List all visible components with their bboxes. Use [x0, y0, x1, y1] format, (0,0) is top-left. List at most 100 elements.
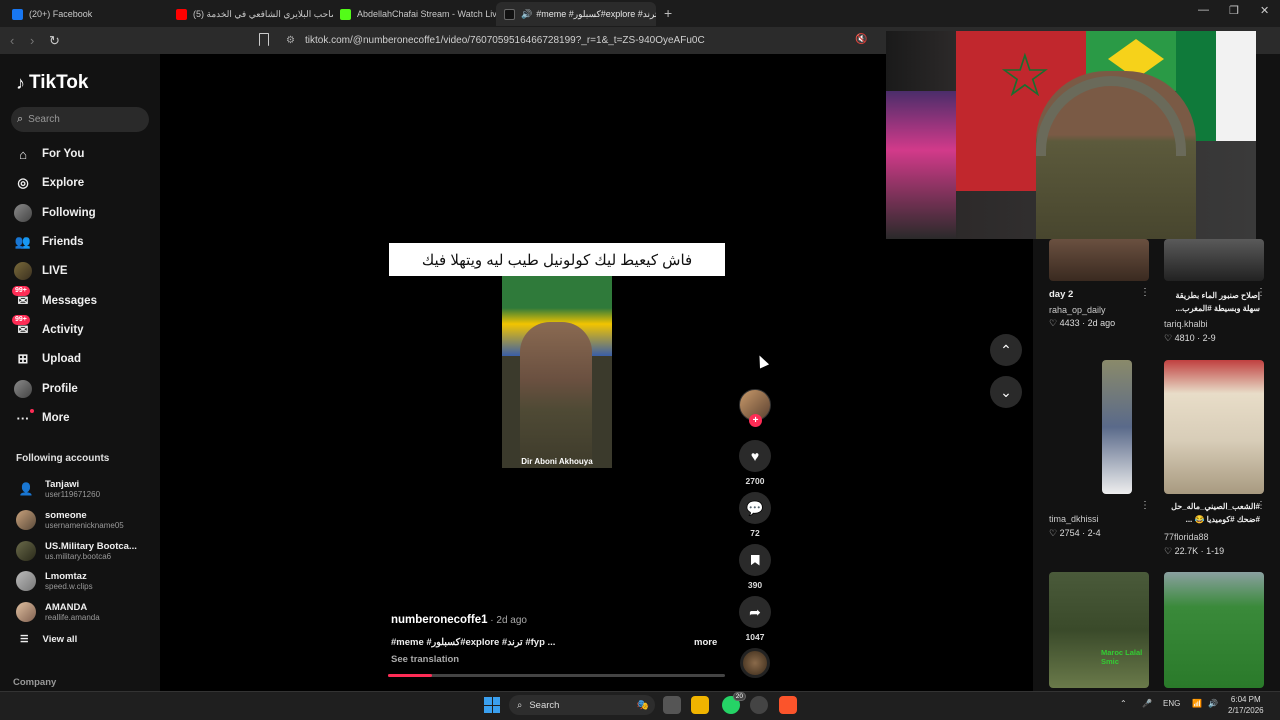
share-button[interactable]: ➦	[739, 596, 771, 628]
share-icon: ➦	[749, 603, 761, 620]
account-item[interactable]: AMANDA reallife.amanda	[16, 599, 100, 625]
more-options-icon[interactable]: ⋮	[1256, 500, 1266, 511]
card-user[interactable]: 77florida88	[1164, 532, 1209, 542]
see-translation-link[interactable]: See translation	[391, 654, 459, 665]
account-handle: reallife.amanda	[45, 613, 100, 622]
post-date: · 2d ago	[487, 615, 527, 626]
author-name[interactable]: numberonecoffe1	[391, 614, 488, 626]
file-explorer-icon[interactable]	[691, 696, 709, 714]
heart-icon: ♥	[750, 448, 760, 464]
account-item[interactable]: Lmomtaz speed.w.clips	[16, 568, 93, 594]
nav-live[interactable]: LIVE	[14, 260, 68, 282]
system-clock[interactable]: 6:04 PM 2/17/2026	[1228, 694, 1264, 716]
account-item[interactable]: 👤 Tanjawi user119671260	[16, 476, 101, 502]
tab-youtube[interactable]: (5) صاحب البلايري الشافعي في الخدمة	[168, 2, 333, 26]
tab-kick-stream[interactable]: AbdellahChafai Stream - Watch Live o	[332, 2, 497, 26]
taskbar-search[interactable]: ⌕ Search 🎭	[509, 695, 655, 715]
tab-label: (20+) Facebook	[29, 9, 93, 19]
bookmark-icon[interactable]	[259, 33, 269, 46]
progress-fill	[388, 674, 432, 677]
live-avatar-icon	[14, 262, 32, 280]
video-thumbnail[interactable]	[1102, 360, 1132, 494]
previous-video-button[interactable]: ⌃	[990, 334, 1022, 366]
volume-icon[interactable]: 🔊	[1208, 699, 1218, 708]
back-button[interactable]: ‹	[10, 33, 14, 48]
card-stats: ♡ 4433 · 2d ago	[1049, 318, 1116, 328]
video-player[interactable]	[502, 276, 612, 468]
account-name: US.Military Bootca...	[45, 541, 137, 552]
avatar	[16, 571, 36, 591]
url-field[interactable]: tiktok.com/@numberonecoffe1/video/760705…	[305, 35, 705, 46]
tiktok-logo[interactable]: ♪ TikTok	[16, 72, 88, 94]
more-options-icon[interactable]: ⋮	[1256, 287, 1266, 298]
minimize-button[interactable]: —	[1198, 4, 1209, 16]
nav-for-you[interactable]: ⌂ For You	[14, 143, 84, 165]
comment-button[interactable]: 💬	[739, 492, 771, 524]
tiktok-icon	[504, 8, 515, 20]
language-indicator[interactable]: ENG	[1163, 699, 1180, 708]
video-progress-bar[interactable]	[388, 674, 725, 677]
tab-facebook[interactable]: (20+) Facebook	[4, 2, 169, 26]
tray-chevron-icon[interactable]: ⌃	[1120, 699, 1127, 708]
new-tab-button[interactable]: +	[664, 5, 672, 21]
site-settings-icon[interactable]: ⚙	[286, 35, 295, 46]
app-icon[interactable]	[750, 696, 768, 714]
like-button[interactable]: ♥	[739, 440, 771, 472]
account-item[interactable]: someone usernamenickname05	[16, 507, 124, 533]
forward-button[interactable]: ›	[30, 33, 34, 48]
nav-friends[interactable]: 👥 Friends	[14, 231, 84, 253]
account-name: someone	[45, 510, 87, 521]
card-title[interactable]: day 2	[1049, 289, 1073, 300]
nav-explore[interactable]: ◎ Explore	[14, 172, 84, 194]
close-window-button[interactable]: ✕	[1260, 4, 1269, 17]
card-user[interactable]: raha_op_daily	[1049, 305, 1106, 315]
card-user[interactable]: tima_dkhissi	[1049, 514, 1099, 524]
account-item[interactable]: US.Military Bootca... us.military.bootca6	[16, 538, 137, 564]
microphone-icon[interactable]: 🎤	[1142, 699, 1152, 708]
more-button[interactable]: more	[694, 637, 717, 648]
next-video-button[interactable]: ⌄	[990, 376, 1022, 408]
reload-button[interactable]: ↻	[49, 33, 60, 49]
nav-label: For You	[42, 148, 85, 160]
brave-browser-icon[interactable]	[779, 696, 797, 714]
whatsapp-icon[interactable]: 20	[722, 692, 746, 714]
company-link[interactable]: Company	[13, 677, 56, 688]
view-all-link[interactable]: ☰ View all	[20, 634, 77, 645]
nav-messages[interactable]: ✉ 99+ Messages	[12, 286, 97, 312]
activity-badge: 99+	[12, 315, 30, 325]
search-input[interactable]: ⌕ Search	[11, 107, 149, 132]
profile-avatar-icon	[14, 380, 32, 398]
card-title[interactable]: #الشعب_الصيني_ماله_حل #ضحك #كوميديا 😂 ..…	[1164, 500, 1260, 526]
nav-profile[interactable]: Profile	[14, 378, 78, 400]
search-placeholder: Search	[28, 114, 60, 125]
video-watermark-text: Dir Aboni Akhouya	[521, 457, 593, 466]
music-disc[interactable]	[740, 648, 770, 678]
whatsapp-badge: 20	[732, 692, 746, 701]
task-view-icon[interactable]	[663, 696, 681, 714]
nav-following[interactable]: Following	[14, 202, 96, 224]
more-options-icon[interactable]: ⋮	[1140, 287, 1150, 298]
video-author[interactable]: numberonecoffe1 · 2d ago	[391, 614, 527, 626]
save-button[interactable]	[739, 544, 771, 576]
video-thumbnail[interactable]	[1049, 239, 1149, 281]
wifi-icon[interactable]: 📶	[1192, 699, 1202, 708]
card-user[interactable]: tariq.khalbi	[1164, 319, 1208, 329]
account-handle: user119671260	[45, 490, 101, 499]
nav-upload[interactable]: ⊞ Upload	[14, 348, 81, 370]
video-caption-overlay: فاش كيعيط ليك كولونيل طيب ليه ويتهلا فيك	[389, 243, 725, 276]
maximize-button[interactable]: ❐	[1229, 4, 1239, 17]
mute-icon[interactable]: 🔇	[855, 34, 867, 45]
windows-start-icon[interactable]	[484, 697, 500, 713]
video-thumbnail[interactable]	[1164, 360, 1264, 494]
video-thumbnail[interactable]: Maroc Lalal Smic	[1049, 572, 1149, 688]
video-thumbnail[interactable]	[1164, 239, 1264, 281]
friends-icon: 👥	[14, 234, 32, 249]
card-title[interactable]: إصلاح صنبور الماء بطريقة سهلة وبسيطة #ال…	[1164, 289, 1261, 315]
video-thumbnail[interactable]	[1164, 572, 1264, 688]
nav-more[interactable]: ··· More	[14, 407, 69, 429]
follow-plus-icon[interactable]: +	[749, 414, 762, 427]
tab-tiktok[interactable]: 🔊 #meme #كسبلور#explore #ترند ✕	[496, 2, 656, 26]
account-handle: us.military.bootca6	[45, 552, 112, 561]
more-options-icon[interactable]: ⋮	[1140, 500, 1150, 511]
nav-activity[interactable]: ✉ 99+ Activity	[12, 315, 84, 341]
